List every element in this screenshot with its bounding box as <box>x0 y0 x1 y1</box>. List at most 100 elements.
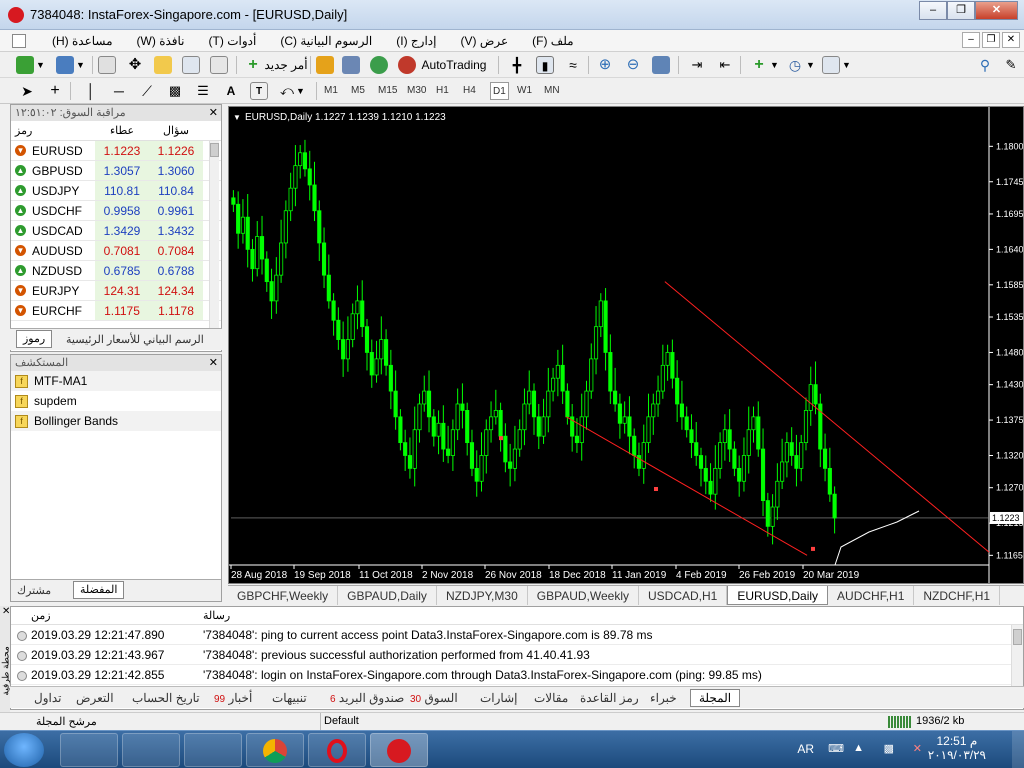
text-label-icon[interactable]: T <box>250 82 268 100</box>
terminal-tab[interactable]: تداول <box>34 690 62 706</box>
menu-item[interactable]: عرض (V) <box>448 33 520 49</box>
chart-tab[interactable]: AUDCHF,H1 <box>828 586 915 605</box>
chart-window-icon[interactable] <box>12 34 26 48</box>
market-watch-row[interactable]: ▲ USDCHF 0.9958 0.9961 <box>11 201 221 221</box>
taskbar-paint-icon[interactable] <box>60 733 118 767</box>
market-watch-row[interactable]: ▼ EURCHF 1.1175 1.1178 <box>11 301 221 321</box>
chart-window[interactable]: EURUSD,Daily 1.1227 1.1239 1.1210 1.1223… <box>228 106 1024 584</box>
mdi-restore-button[interactable]: ❐ <box>982 32 1000 48</box>
col-symbol[interactable]: رمز <box>11 121 95 140</box>
terminal-tab[interactable]: السوق 30 <box>410 690 458 708</box>
periods-clock-icon[interactable]: ◷ <box>786 56 804 74</box>
dropdown-arrow-icon[interactable]: ▼ <box>842 56 851 74</box>
search-icon[interactable]: ⚲ <box>976 56 994 74</box>
new-chart-icon[interactable] <box>16 56 34 74</box>
navigator-item[interactable]: f MTF-MA1 <box>11 371 221 391</box>
panel-close-icon[interactable]: ✕ <box>209 105 218 121</box>
language-indicator[interactable]: AR <box>797 742 814 756</box>
data-window-icon[interactable]: ✥ <box>126 56 144 74</box>
new-order-icon[interactable]: + <box>244 56 262 74</box>
tile-windows-icon[interactable] <box>652 56 670 74</box>
mdi-close-button[interactable]: ✕ <box>1002 32 1020 48</box>
menu-item[interactable]: إدارج (I) <box>384 33 448 49</box>
strategy-tester-icon[interactable] <box>210 56 228 74</box>
indicators-icon[interactable]: + <box>750 56 768 74</box>
tab-tick-chart[interactable]: الرسم البياني للأسعار الرئيسية <box>66 332 204 348</box>
metaeditor-icon[interactable] <box>316 56 334 74</box>
tab-symbols[interactable]: رموز <box>16 330 53 348</box>
menu-item[interactable]: نافذة (W) <box>125 33 197 49</box>
chart-tab[interactable]: NZDJPY,M30 <box>437 586 528 605</box>
tray-keyboard-icon[interactable]: ⌨ <box>828 742 844 755</box>
market-icon[interactable] <box>370 56 388 74</box>
show-desktop-button[interactable] <box>1012 731 1024 768</box>
terminal-tab[interactable]: المجلة <box>690 689 741 707</box>
terminal-tab[interactable]: خبراء <box>650 690 677 706</box>
journal-row[interactable]: 2019.03.29 12:21:43.967'7384048': previo… <box>11 645 1023 665</box>
chart-shift-icon[interactable]: ⇤ <box>716 56 734 74</box>
tray-clock[interactable]: 12:51 م ٢٠١٩/٠٣/٢٩ <box>928 734 986 762</box>
menu-item[interactable]: مساعدة (H) <box>40 33 125 49</box>
vertical-line-icon[interactable]: │ <box>82 82 100 100</box>
market-watch-row[interactable]: ▼ EURJPY 124.31 124.34 <box>11 281 221 301</box>
market-watch-row[interactable]: ▲ USDCAD 1.3429 1.3432 <box>11 221 221 241</box>
dropdown-arrow-icon[interactable]: ▼ <box>36 56 45 74</box>
tray-volume-icon[interactable]: ✕ <box>913 742 922 755</box>
autotrading-button[interactable]: AutoTrading <box>418 56 490 74</box>
terminal-icon[interactable] <box>182 56 200 74</box>
journal-row[interactable]: 2019.03.29 12:21:42.855'7384048': login … <box>11 665 1023 685</box>
autotrading-icon[interactable] <box>398 56 416 74</box>
market-watch-row[interactable]: ▼ AUDUSD 0.7081 0.7084 <box>11 241 221 261</box>
chart-tab[interactable]: GBPCHF,Weekly <box>228 586 339 605</box>
market-watch-row[interactable]: ▼ EURUSD 1.1223 1.1226 <box>11 141 221 161</box>
timeframe-m1[interactable]: M1 <box>324 82 338 100</box>
menu-item[interactable]: ملف (F) <box>520 33 586 49</box>
taskbar-media-player-icon[interactable] <box>122 733 180 767</box>
maximize-button[interactable]: ❐ <box>947 1 975 20</box>
terminal-tab[interactable]: التعرض <box>76 690 114 706</box>
chart-tab[interactable]: GBPAUD,Weekly <box>528 586 639 605</box>
terminal-tab[interactable]: أخبار 99 <box>214 690 252 708</box>
journal-row[interactable]: 2019.03.29 12:21:47.890'7384048': ping t… <box>11 625 1023 645</box>
zoom-out-icon[interactable]: ⊖ <box>624 56 642 74</box>
market-watch-icon[interactable] <box>98 56 116 74</box>
taskbar-chrome-icon[interactable] <box>246 733 304 767</box>
text-icon[interactable]: A <box>222 82 240 100</box>
bar-chart-icon[interactable]: ╋ <box>508 56 526 74</box>
timeframe-h4[interactable]: H4 <box>463 82 476 100</box>
chart-tab[interactable]: GBPAUD,Daily <box>338 586 437 605</box>
col-bid[interactable]: عطاء <box>95 121 149 140</box>
navigator-icon[interactable] <box>154 56 172 74</box>
dropdown-arrow-icon[interactable]: ▼ <box>296 82 305 100</box>
start-button[interactable] <box>4 733 44 767</box>
crosshair-icon[interactable]: + <box>46 82 64 100</box>
timeframe-m5[interactable]: M5 <box>351 82 365 100</box>
timeframe-h1[interactable]: H1 <box>436 82 449 100</box>
tray-expand-icon[interactable]: ▲ <box>853 742 864 754</box>
tray-network-icon[interactable]: ▩ <box>884 742 894 755</box>
taskbar-opera-icon[interactable] <box>308 733 366 767</box>
chart-tab[interactable]: NZDCHF,H1 <box>914 586 1001 605</box>
close-button[interactable]: ✕ <box>975 1 1018 20</box>
mdi-minimize-button[interactable]: – <box>962 32 980 48</box>
col-message[interactable]: رسالة <box>201 607 1023 624</box>
equidistant-channel-icon[interactable]: ▩ <box>166 82 184 100</box>
templates-icon[interactable] <box>822 56 840 74</box>
terminal-tab[interactable]: صندوق البريد 6 <box>330 690 404 708</box>
timeframe-m15[interactable]: M15 <box>378 82 397 100</box>
cursor-icon[interactable]: ➤ <box>18 82 36 100</box>
new-order-button[interactable]: أمر جديد <box>264 56 308 74</box>
fibonacci-icon[interactable]: ☰ <box>194 82 212 100</box>
line-chart-icon[interactable]: ≈ <box>564 56 582 74</box>
community-icon[interactable]: ✎ <box>1002 56 1020 74</box>
taskbar-instaforex-icon[interactable] <box>370 733 428 767</box>
col-time[interactable]: زمن <box>11 607 201 624</box>
chart-tab[interactable]: EURUSD,Daily <box>727 586 829 605</box>
horizontal-line-icon[interactable]: ─ <box>110 82 128 100</box>
tab-favorites[interactable]: المفضلة <box>73 581 125 599</box>
taskbar-explorer-icon[interactable] <box>184 733 242 767</box>
market-watch-row[interactable]: ▲ USDJPY 110.81 110.84 <box>11 181 221 201</box>
terminal-tab[interactable]: إشارات <box>480 690 517 706</box>
navigator-item[interactable]: f Bollinger Bands <box>11 411 221 431</box>
candlestick-chart-icon[interactable]: ▮ <box>536 56 554 74</box>
